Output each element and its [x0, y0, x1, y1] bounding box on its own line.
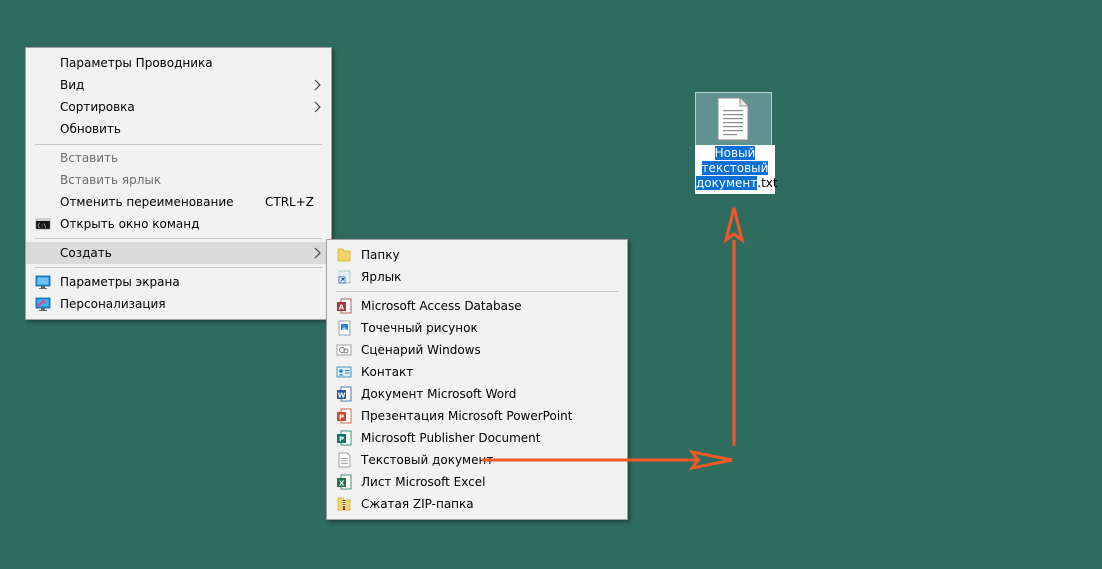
annotation-arrows — [482, 207, 745, 471]
arrow-to-right — [482, 449, 733, 471]
arrow-up — [723, 207, 745, 446]
